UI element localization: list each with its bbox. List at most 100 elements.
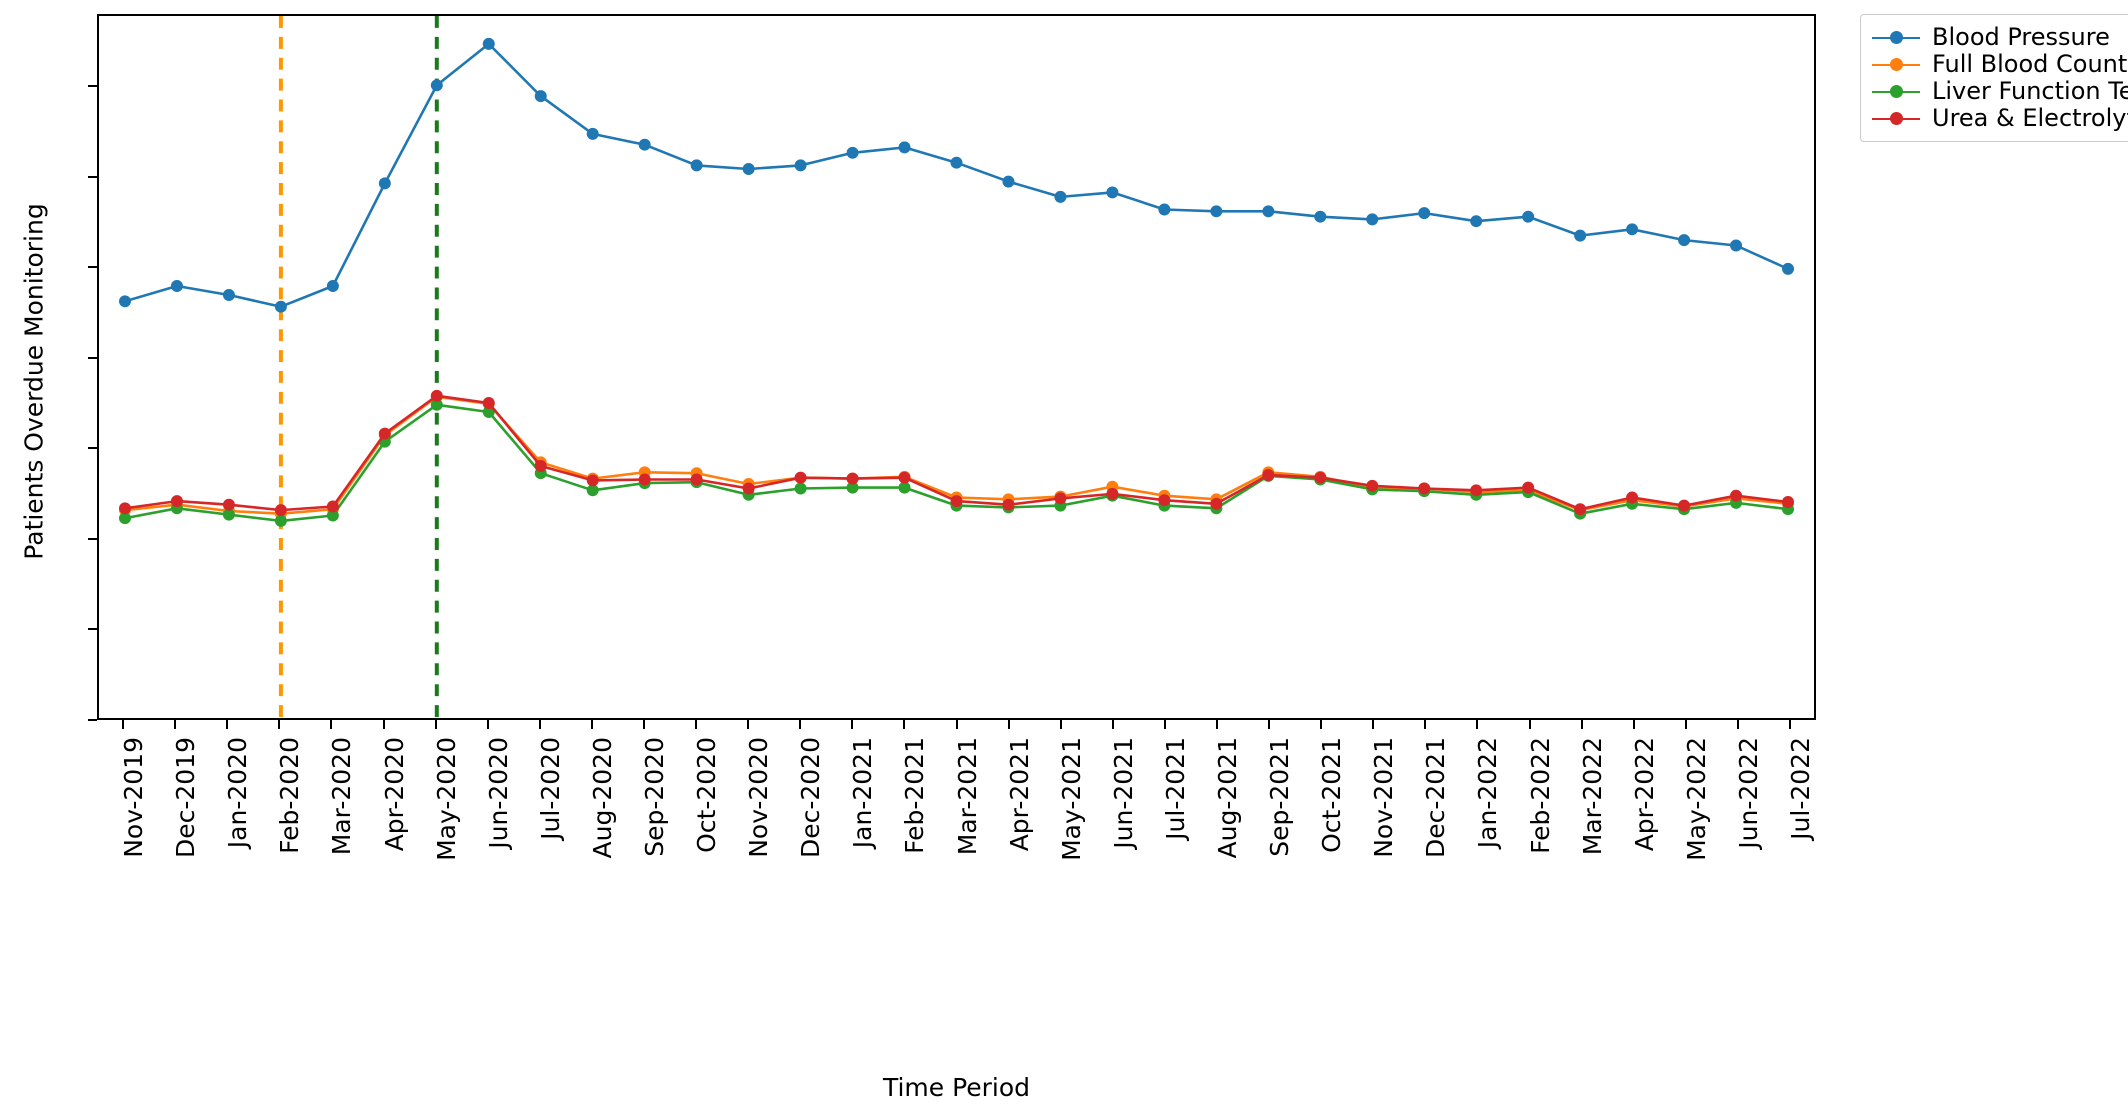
x-tick-label: Sep-2021 [1265, 737, 1295, 857]
x-tick-mark [1163, 720, 1166, 729]
series-point [1210, 205, 1223, 218]
series-point [1626, 491, 1639, 504]
series-point [378, 177, 391, 190]
series-point [430, 389, 443, 402]
chart-figure: 0%10%20%30%40%50%60%70% Patients Overdue… [0, 0, 2128, 1119]
y-axis-label: Patients Overdue Monitoring [19, 203, 49, 560]
series-point [742, 482, 755, 495]
series-point [534, 460, 547, 472]
series-point [170, 280, 183, 292]
x-tick-label: Mar-2022 [1577, 737, 1607, 856]
series-point [1054, 190, 1067, 203]
x-tick-label: Dec-2021 [1421, 737, 1451, 859]
series-point [846, 146, 859, 159]
series-point [898, 141, 911, 154]
x-tick-label: Nov-2020 [744, 737, 774, 858]
x-tick-mark [903, 720, 906, 729]
legend-swatch-icon [1872, 82, 1920, 102]
series-point [274, 300, 287, 313]
series-point [326, 500, 339, 513]
x-tick-label: Nov-2021 [1369, 737, 1399, 858]
x-tick-mark [695, 720, 698, 729]
x-tick-label: Jan-2022 [1473, 737, 1503, 849]
x-tick-mark [642, 720, 645, 729]
x-tick-label: Oct-2021 [1317, 737, 1347, 853]
legend-swatch-icon [1872, 55, 1920, 75]
series-point [1782, 262, 1794, 275]
plot-canvas [119, 16, 1794, 718]
y-tick-mark [88, 175, 97, 178]
series-point [638, 138, 651, 151]
legend-swatch-icon [1872, 109, 1920, 129]
series-point [1574, 503, 1587, 516]
legend-item[interactable]: Liver Function Test [1872, 78, 2128, 105]
x-tick-label: Jun-2020 [483, 737, 513, 849]
series-point [586, 474, 599, 487]
series-point [1210, 497, 1223, 510]
x-tick-mark [434, 720, 437, 729]
x-tick-mark [799, 720, 802, 729]
x-tick-label: Apr-2020 [379, 737, 409, 852]
x-tick-label: Dec-2019 [171, 737, 201, 859]
x-tick-label: Jun-2022 [1733, 737, 1763, 849]
x-tick-label: Mar-2021 [952, 737, 982, 856]
x-tick-label: Apr-2021 [1004, 737, 1034, 852]
series-point [1002, 498, 1015, 511]
x-tick-mark [122, 720, 125, 729]
legend-item[interactable]: Blood Pressure [1872, 24, 2128, 51]
x-tick-mark [278, 720, 281, 729]
x-tick-mark [538, 720, 541, 729]
series-point [1262, 469, 1275, 481]
series-point [1106, 487, 1119, 500]
series-point [1522, 210, 1535, 223]
legend-label: Full Blood Count [1932, 50, 2128, 78]
x-tick-mark [226, 720, 229, 729]
y-tick-mark [88, 719, 97, 721]
x-tick-mark [851, 720, 854, 729]
series-point [1262, 205, 1275, 218]
x-tick-mark [382, 720, 385, 729]
x-tick-mark [1528, 720, 1531, 729]
series-point [1106, 186, 1119, 199]
legend-item[interactable]: Full Blood Count [1872, 51, 2128, 78]
x-tick-mark [1059, 720, 1062, 729]
series-point [898, 471, 911, 484]
series-point [846, 472, 859, 485]
y-tick-mark [88, 356, 97, 359]
series-point [326, 280, 339, 292]
series-point [1158, 203, 1171, 216]
x-tick-mark [1424, 720, 1427, 729]
x-tick-mark [1684, 720, 1687, 729]
x-tick-mark [330, 720, 333, 729]
series-point [222, 498, 235, 511]
series-point [638, 473, 651, 486]
x-tick-label: Jun-2021 [1108, 737, 1138, 849]
series-point [274, 504, 287, 517]
x-tick-mark [747, 720, 750, 729]
x-tick-mark [1372, 720, 1375, 729]
x-tick-label: Feb-2020 [275, 737, 305, 854]
series-point [1002, 175, 1015, 188]
series-point [1418, 207, 1431, 220]
series-point [1782, 496, 1794, 508]
legend-swatch-icon [1872, 28, 1920, 48]
series-point [1626, 223, 1639, 236]
legend-item[interactable]: Urea & Electrolytes [1872, 105, 2128, 132]
x-tick-label: Nov-2019 [119, 737, 149, 858]
series-point [222, 289, 235, 301]
x-tick-label: Dec-2020 [796, 737, 826, 859]
series-point [742, 163, 755, 175]
series-point [170, 495, 183, 508]
x-tick-mark [1788, 720, 1791, 729]
series-point [1678, 499, 1691, 512]
series-point [1314, 471, 1327, 484]
series-point [1730, 489, 1743, 502]
series-point [1522, 481, 1535, 494]
series-point [1366, 213, 1379, 226]
x-tick-label: Jan-2021 [848, 737, 878, 849]
y-tick-mark [88, 85, 97, 88]
x-tick-mark [1476, 720, 1479, 729]
x-tick-mark [1007, 720, 1010, 729]
x-tick-mark [590, 720, 593, 729]
series-point [794, 482, 807, 495]
